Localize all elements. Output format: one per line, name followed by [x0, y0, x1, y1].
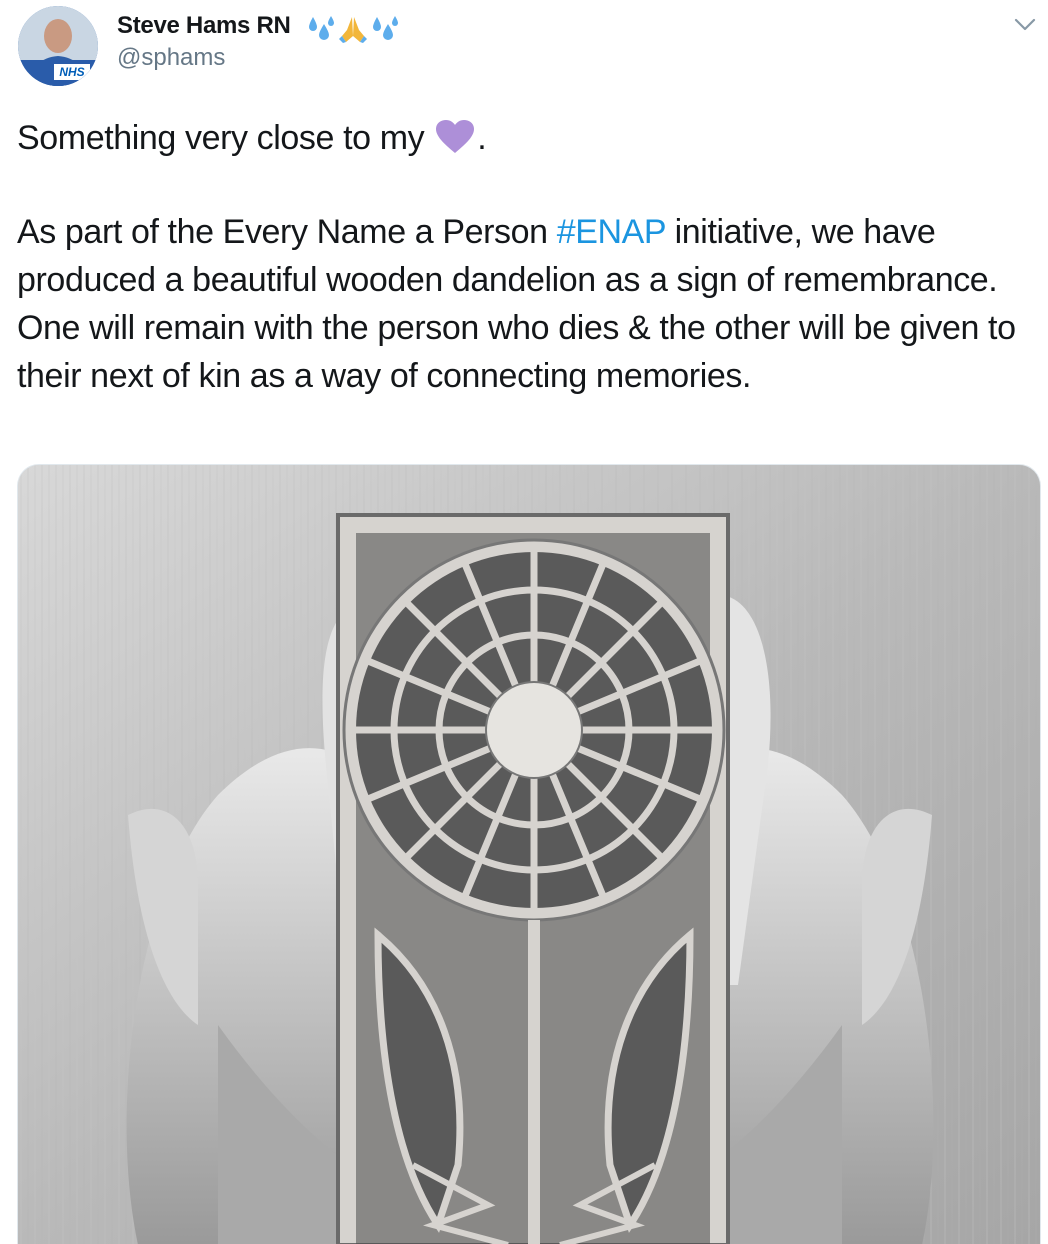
author-handle[interactable]: @sphams — [117, 44, 225, 72]
tweet-text-end: . — [477, 119, 487, 157]
wooden-dandelion-photo — [18, 465, 1040, 1244]
author-display-name[interactable]: Steve Hams RN — [117, 12, 291, 40]
name-emojis — [306, 12, 400, 46]
tweet-text-line1: Something very close to my . — [17, 114, 487, 162]
hashtag-link[interactable]: #ENAP — [557, 213, 666, 251]
nhs-badge: NHS — [59, 65, 84, 79]
sweat-droplets-icon — [309, 16, 334, 40]
sweat-droplets-icon — [373, 16, 398, 40]
chevron-down-icon[interactable] — [1014, 18, 1036, 32]
purple-heart-icon — [436, 120, 475, 153]
tweet-text-intro: As part of the Every Name a Person — [17, 213, 557, 251]
author-avatar[interactable]: NHS — [18, 6, 98, 86]
tweet-text-start: Something very close to my — [17, 119, 425, 157]
tweet: NHS Steve Hams RN @sphams Something very… — [0, 0, 1048, 1244]
tweet-photo[interactable] — [17, 464, 1041, 1244]
tweet-text-paragraph: As part of the Every Name a Person #ENAP… — [17, 208, 1037, 400]
folded-hands-icon — [339, 17, 367, 43]
